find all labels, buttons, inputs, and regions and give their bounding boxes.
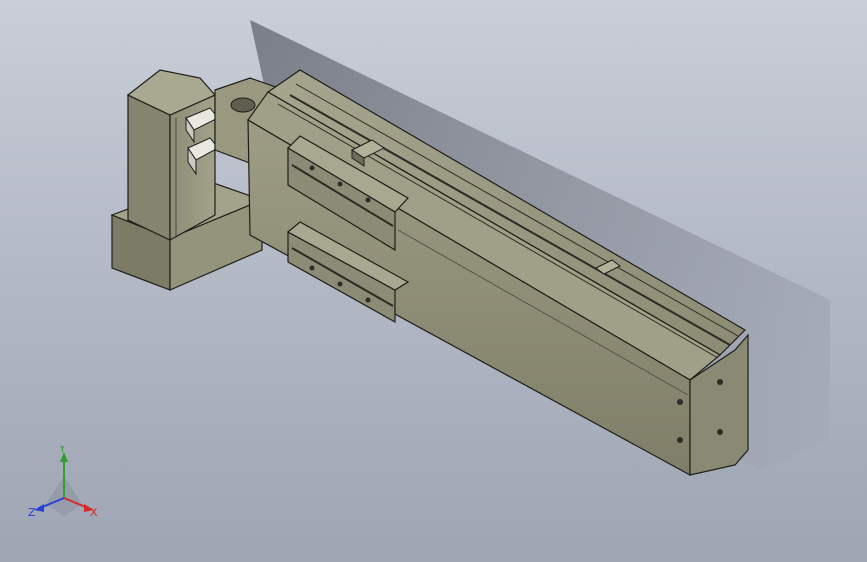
end-cap-bolt: [677, 437, 683, 443]
z-axis-label: Z: [28, 506, 36, 519]
x-axis-label: X: [90, 506, 98, 519]
coupling-bore: [230, 97, 256, 113]
linear-actuator-model[interactable]: [0, 0, 867, 562]
end-cap-bolt: [677, 399, 683, 405]
orientation-triad: Y X Z: [24, 446, 104, 526]
end-cap-bolt: [717, 379, 723, 385]
end-cap-bolt: [717, 429, 723, 435]
servo-motor[interactable]: [126, 69, 219, 242]
y-axis-label: Y: [58, 446, 66, 455]
cad-3d-viewport[interactable]: Y X Z: [0, 0, 867, 562]
